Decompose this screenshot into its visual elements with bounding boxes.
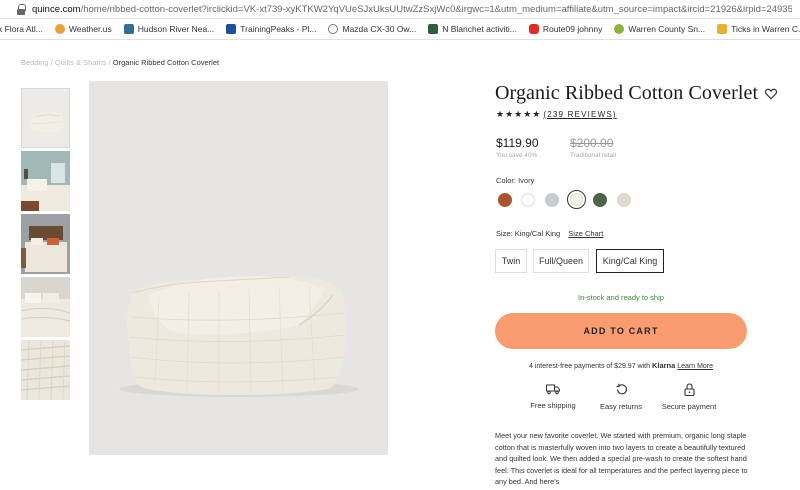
- ticks-favicon-icon: [717, 24, 728, 34]
- size-king-button[interactable]: King/Cal King: [596, 249, 664, 273]
- bookmark-item[interactable]: Warren County Sn...: [614, 24, 705, 34]
- bookmarks-bar: k Flora Atl... Weather.us Hudson River N…: [0, 19, 800, 40]
- bookmark-item[interactable]: Ticks in Warren C...: [717, 24, 800, 34]
- size-row: Size: King/Cal King Size Chart: [496, 229, 603, 238]
- size-twin-button[interactable]: Twin: [495, 249, 527, 273]
- url-text[interactable]: quince.com/home/ribbed-cotton-coverlet?i…: [32, 4, 792, 15]
- size-chart-link[interactable]: Size Chart: [568, 229, 603, 238]
- color-label: Color: Ivory: [496, 176, 535, 185]
- breadcrumb-link[interactable]: Bedding: [21, 58, 49, 67]
- learn-more-link[interactable]: Learn More: [677, 363, 713, 370]
- thumbnail-texture-closeup[interactable]: [21, 340, 70, 400]
- lock-icon: [683, 383, 695, 396]
- sale-price: $119.90: [496, 136, 539, 150]
- hudson-favicon-icon: [123, 24, 134, 34]
- blanchet-favicon-icon: [428, 24, 439, 34]
- truck-icon: [546, 384, 560, 395]
- savings-text: You save 40%: [496, 152, 538, 159]
- mazda-favicon-icon: [328, 24, 339, 34]
- warren-county-favicon-icon: [614, 24, 625, 34]
- reviews-link[interactable]: (239 REVIEWS): [543, 110, 616, 119]
- thumbnail-folded-coverlet[interactable]: [21, 88, 70, 148]
- swatch-ivory[interactable]: [567, 190, 586, 209]
- main-product-image[interactable]: [89, 81, 388, 455]
- swatch-grey[interactable]: [545, 193, 559, 207]
- rating-row[interactable]: ★★★★★ (239 REVIEWS): [496, 109, 617, 120]
- bookmark-item[interactable]: TrainingPeaks - Pl...: [226, 24, 316, 34]
- swatch-rust[interactable]: [498, 193, 512, 207]
- swatch-sand[interactable]: [617, 193, 631, 207]
- klarna-logo: Klarna: [651, 361, 676, 370]
- feature-label: Free shipping: [530, 401, 576, 410]
- star-rating: ★★★★★: [496, 109, 542, 119]
- retail-price-label: Traditional retail: [570, 152, 617, 159]
- breadcrumb-link[interactable]: Quilts & Shams: [55, 58, 107, 67]
- retail-price: $200.00: [570, 136, 614, 150]
- address-bar[interactable]: quince.com/home/ribbed-cotton-coverlet?i…: [0, 0, 800, 19]
- feature-secure-payment: Secure payment: [655, 383, 723, 411]
- bookmark-item[interactable]: Route09 johnny: [528, 24, 602, 34]
- swatch-green[interactable]: [593, 193, 607, 207]
- weather-favicon-icon: [54, 24, 65, 34]
- product-description: Meet your new favorite coverlet. We star…: [495, 431, 748, 487]
- klarna-message: 4 interest-free payments of $29.97 with …: [528, 361, 714, 370]
- add-to-cart-button[interactable]: ADD TO CART: [495, 313, 747, 349]
- bookmark-item[interactable]: Mazda CX-30 Ow...: [328, 24, 416, 34]
- stock-status: In-stock and ready to ship: [578, 293, 664, 302]
- size-full-queen-button[interactable]: Full/Queen: [533, 249, 589, 273]
- bookmark-item[interactable]: N Blanchet activiti...: [428, 24, 517, 34]
- thumbnail-bedroom-3[interactable]: [21, 277, 70, 337]
- heart-icon[interactable]: [764, 87, 778, 101]
- bookmark-item[interactable]: k Flora Atl...: [0, 24, 43, 34]
- thumbnail-bedroom-2[interactable]: [21, 214, 70, 274]
- youtube-favicon-icon: [528, 24, 539, 34]
- swatch-white[interactable]: [521, 193, 535, 207]
- product-title: Organic Ribbed Cotton Coverlet: [495, 82, 759, 104]
- size-label: Size: King/Cal King: [496, 229, 561, 238]
- feature-label: Easy returns: [599, 402, 643, 411]
- bookmark-item[interactable]: Hudson River Nea...: [123, 24, 214, 34]
- feature-free-shipping: Free shipping: [521, 383, 585, 410]
- thumbnail-bedroom-1[interactable]: [21, 151, 70, 211]
- feature-easy-returns: Easy returns: [591, 383, 651, 411]
- feature-label: Secure payment: [661, 402, 717, 411]
- bookmark-item[interactable]: Weather.us: [54, 24, 112, 34]
- breadcrumb: Bedding / Quilts & Shams / Organic Ribbe…: [21, 58, 220, 67]
- trainingpeaks-favicon-icon: [226, 24, 237, 34]
- breadcrumb-current: Organic Ribbed Cotton Coverlet: [112, 58, 220, 67]
- lock-icon: [16, 3, 26, 15]
- return-arrow-icon: [616, 383, 627, 395]
